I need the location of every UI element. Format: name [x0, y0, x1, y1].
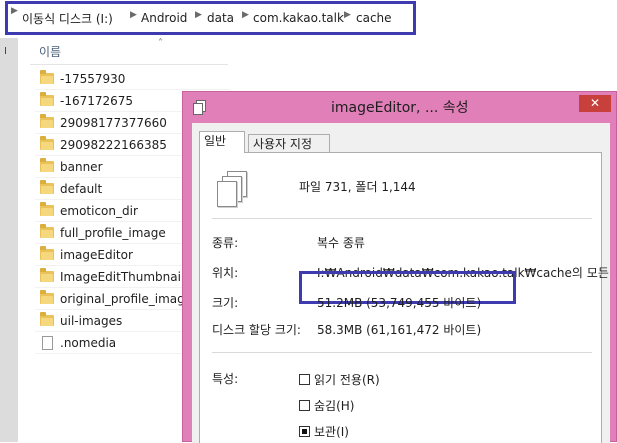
column-header-name[interactable]: 이름 ˄ [30, 38, 228, 65]
properties-dialog[interactable]: imageEditor, ... 속성 ✕ 일반 사용자 지정 파일 731, … [182, 91, 617, 443]
archive-label: 보관(I) [314, 425, 349, 439]
chevron-right-icon[interactable]: ▶ [11, 6, 18, 16]
dialog-titlebar[interactable]: imageEditor, ... 속성 ✕ [183, 92, 616, 123]
breadcrumb-kakao[interactable]: com.kakao.talk [253, 11, 344, 25]
hidden-label: 숨김(H) [314, 399, 355, 413]
file-name: default [60, 181, 103, 196]
hidden-checkbox-row[interactable]: 숨김(H) [299, 397, 354, 414]
file-name: emoticon_dir [60, 203, 138, 218]
address-bar[interactable]: ▶ 이동식 디스크 (I:) ▶ Android ▶ data ▶ com.ka… [0, 0, 617, 38]
divider [212, 218, 592, 219]
tab-customize[interactable]: 사용자 지정 [248, 134, 330, 152]
folder-icon [40, 246, 54, 260]
folder-icon [40, 312, 54, 326]
file-name: imageEditor [60, 247, 133, 262]
documents-icon [193, 100, 206, 115]
folder-icon [40, 92, 54, 106]
file-icon [42, 335, 53, 350]
dialog-body: 일반 사용자 지정 파일 731, 폴더 1,144 종류: 복수 종류 위치:… [192, 123, 610, 443]
chevron-right-icon[interactable]: ▶ [195, 10, 202, 20]
file-name: full_profile_image [60, 225, 166, 240]
folder-icon [40, 224, 54, 238]
chevron-right-icon[interactable]: ▶ [344, 10, 351, 20]
type-label: 종류: [212, 236, 239, 250]
folder-icon [40, 202, 54, 216]
archive-checkbox[interactable] [299, 426, 310, 437]
folder-icon [40, 70, 54, 84]
file-name: -17557930 [60, 71, 126, 86]
tab-label: 사용자 지정 [253, 137, 313, 151]
disk-size-value: 58.3MB (61,161,472 바이트) [317, 323, 482, 337]
disk-size-label: 디스크 할당 크기: [212, 323, 301, 337]
size-label: 크기: [212, 296, 239, 310]
multiple-files-icon [217, 171, 251, 209]
folder-icon [40, 290, 54, 304]
archive-checkbox-row[interactable]: 보관(I) [299, 423, 349, 440]
folder-icon [40, 180, 54, 194]
file-name: uil-images [60, 313, 123, 328]
breadcrumb-cache[interactable]: cache [356, 11, 392, 25]
breadcrumb-android[interactable]: Android [141, 11, 187, 25]
file-name: banner [60, 159, 103, 174]
list-item[interactable]: -17557930 [35, 68, 230, 90]
navigation-pane[interactable]: I [0, 38, 18, 442]
sort-ascending-icon: ˄ [158, 38, 163, 49]
tab-general[interactable]: 일반 [199, 131, 245, 153]
column-header-label: 이름 [39, 45, 62, 59]
file-name: .nomedia [60, 335, 117, 350]
folder-icon [40, 268, 54, 282]
file-name: original_profile_image [60, 291, 193, 306]
breadcrumb-drive[interactable]: 이동식 디스크 (I:) [22, 10, 113, 27]
close-icon: ✕ [589, 96, 601, 110]
chevron-right-icon[interactable]: ▶ [242, 10, 249, 20]
size-value: 51.2MB (53,749,455 바이트) [317, 296, 482, 310]
dialog-title: imageEditor, ... 속성 [331, 100, 469, 116]
readonly-label: 읽기 전용(R) [314, 373, 380, 387]
chevron-right-icon[interactable]: ▶ [130, 10, 137, 20]
file-name: 29098222166385 [60, 137, 167, 152]
readonly-checkbox-row[interactable]: 읽기 전용(R) [299, 371, 380, 388]
file-name: 29098177377660 [60, 115, 167, 130]
divider [212, 352, 592, 353]
tab-strip: 일반 사용자 지정 [199, 131, 602, 153]
file-name: ImageEditThumbnail [60, 269, 185, 284]
location-label: 위치: [212, 266, 239, 280]
text-cursor-icon: I [4, 46, 7, 57]
folder-icon [40, 114, 54, 128]
type-value: 복수 종류 [317, 236, 365, 250]
file-folder-count: 파일 731, 폴더 1,144 [299, 180, 416, 194]
folder-icon [40, 136, 54, 150]
readonly-checkbox[interactable] [299, 374, 310, 385]
folder-icon [40, 158, 54, 172]
file-name: -167172675 [60, 93, 134, 108]
tab-label: 일반 [204, 134, 227, 148]
hidden-checkbox[interactable] [299, 400, 310, 411]
close-button[interactable]: ✕ [579, 95, 611, 112]
general-panel: 파일 731, 폴더 1,144 종류: 복수 종류 위치: I:₩Androi… [199, 152, 609, 443]
attributes-label: 특성: [212, 372, 239, 386]
breadcrumb-data[interactable]: data [207, 11, 234, 25]
